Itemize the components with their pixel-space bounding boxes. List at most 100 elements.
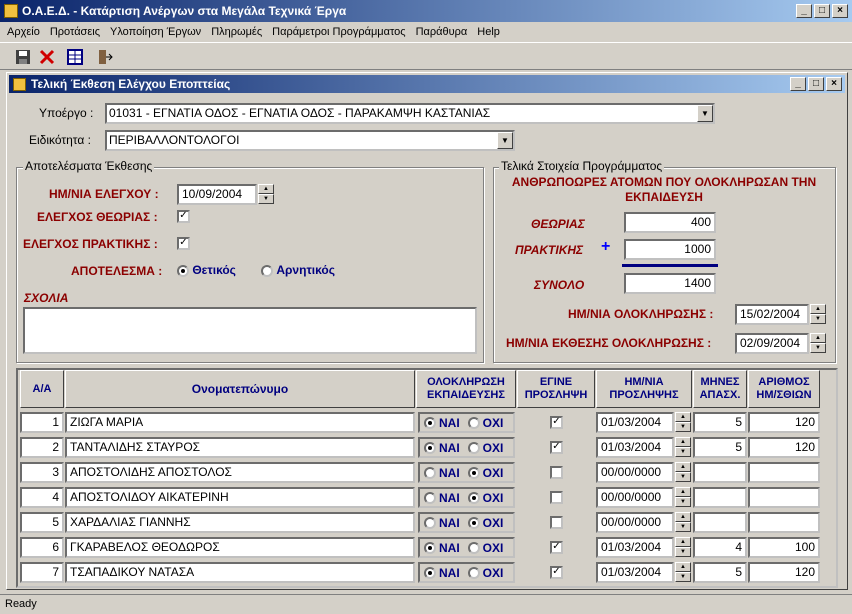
check-date-input[interactable]: 10/09/2004 [177, 184, 257, 205]
completion-yes-radio[interactable] [424, 416, 436, 429]
menu-payments[interactable]: Πληρωμές [206, 26, 267, 38]
hired-checkbox[interactable]: ✓ [550, 541, 563, 554]
row-months[interactable] [693, 512, 747, 533]
completion-radio-group[interactable]: ΝΑΙ ΟΧΙ [418, 537, 515, 558]
completion-yes-radio[interactable] [424, 491, 436, 504]
menu-file[interactable]: Αρχείο [2, 26, 45, 38]
completion-no-radio[interactable] [467, 441, 480, 454]
row-days[interactable]: 120 [748, 562, 820, 583]
completion-radio-group[interactable]: ΝΑΙ ΟΧΙ [418, 512, 515, 533]
maximize-button[interactable]: □ [814, 4, 830, 18]
check-date-spinner[interactable]: ▲ ▼ [258, 184, 274, 205]
chevron-down-icon[interactable]: ▼ [697, 105, 713, 122]
delete-icon[interactable] [36, 46, 58, 68]
menu-proposals[interactable]: Προτάσεις [45, 26, 105, 38]
row-hire-date[interactable]: 01/03/2004 [596, 437, 674, 458]
completion-radio-group[interactable]: ΝΑΙ ΟΧΙ [418, 437, 515, 458]
completion-yes-radio[interactable] [424, 466, 436, 479]
hire-date-spinner[interactable]: ▲ ▼ [675, 537, 691, 558]
row-name[interactable]: ΧΑΡΔΑΛΙΑΣ ΓΙΑΝΝΗΣ [65, 512, 415, 533]
completion-yes-radio[interactable] [424, 541, 436, 554]
hire-date-spinner[interactable]: ▲ ▼ [675, 487, 691, 508]
menu-parameters[interactable]: Παράμετροι Προγράμματος [267, 26, 410, 38]
hire-date-spinner[interactable]: ▲ ▼ [675, 462, 691, 483]
row-months[interactable]: 5 [693, 412, 747, 433]
row-days[interactable] [748, 512, 820, 533]
menu-implementation[interactable]: Υλοποίηση Έργων [105, 26, 206, 38]
child-close-button[interactable]: × [826, 77, 842, 91]
positive-radio-option[interactable]: Θετικός [177, 263, 236, 277]
row-name[interactable]: ΤΑΝΤΑΛΙΔΗΣ ΣΤΑΥΡΟΣ [65, 437, 415, 458]
completion-no-radio[interactable] [467, 416, 480, 429]
row-hire-date[interactable]: 00/00/0000 [596, 462, 674, 483]
child-maximize-button[interactable]: □ [808, 77, 824, 91]
completion-no-radio[interactable] [467, 491, 480, 504]
row-months[interactable]: 5 [693, 562, 747, 583]
hired-checkbox[interactable] [550, 491, 563, 504]
grid-icon[interactable] [64, 46, 86, 68]
positive-radio[interactable] [177, 264, 189, 277]
hire-date-spinner[interactable]: ▲ ▼ [675, 512, 691, 533]
row-days[interactable]: 120 [748, 437, 820, 458]
row-name[interactable]: ΑΠΟΣΤΟΛΙΔΟΥ ΑΙΚΑΤΕΡΙΝΗ [65, 487, 415, 508]
exit-icon[interactable] [94, 46, 116, 68]
completion-yes-radio[interactable] [424, 566, 436, 579]
row-name[interactable]: ΤΣΑΠΑΔΙΚΟΥ ΝΑΤΑΣΑ [65, 562, 415, 583]
row-name[interactable]: ΓΚΑΡΑΒΕΛΟΣ ΘΕΟΔΩΡΟΣ [65, 537, 415, 558]
end-date-spinner[interactable]: ▲ ▼ [810, 304, 826, 325]
row-months[interactable]: 4 [693, 537, 747, 558]
row-hire-date[interactable]: 00/00/0000 [596, 487, 674, 508]
menu-help[interactable]: Help [472, 26, 505, 38]
completion-radio-group[interactable]: ΝΑΙ ΟΧΙ [418, 412, 515, 433]
close-button[interactable]: × [832, 4, 848, 18]
hired-checkbox[interactable]: ✓ [550, 416, 563, 429]
save-icon[interactable] [12, 46, 34, 68]
row-hire-date[interactable]: 01/03/2004 [596, 537, 674, 558]
completion-radio-group[interactable]: ΝΑΙ ΟΧΙ [418, 562, 515, 583]
row-months[interactable] [693, 487, 747, 508]
minimize-button[interactable]: _ [796, 4, 812, 18]
row-hire-date[interactable]: 01/03/2004 [596, 562, 674, 583]
completion-no-radio[interactable] [467, 466, 480, 479]
menu-windows[interactable]: Παράθυρα [411, 26, 473, 38]
end-date-input[interactable]: 15/02/2004 [735, 304, 809, 325]
hire-date-spinner[interactable]: ▲ ▼ [675, 412, 691, 433]
completion-yes-radio[interactable] [424, 441, 436, 454]
child-minimize-button[interactable]: _ [790, 77, 806, 91]
row-months[interactable]: 5 [693, 437, 747, 458]
hired-checkbox[interactable]: ✓ [550, 566, 563, 579]
hired-checkbox[interactable] [550, 466, 563, 479]
hired-checkbox[interactable]: ✓ [550, 441, 563, 454]
total-hours-input[interactable]: 1400 [624, 273, 716, 294]
row-name[interactable]: ΑΠΟΣΤΟΛΙΔΗΣ ΑΠΟΣΤΟΛΟΣ [65, 462, 415, 483]
row-hire-date[interactable]: 01/03/2004 [596, 412, 674, 433]
chevron-down-icon[interactable]: ▼ [497, 132, 513, 149]
practice-checkbox[interactable]: ✓ [177, 237, 190, 250]
comments-textarea[interactable] [23, 307, 477, 354]
row-hire-date[interactable]: 00/00/0000 [596, 512, 674, 533]
hired-checkbox[interactable] [550, 516, 563, 529]
row-name[interactable]: ΖΙΩΓΑ ΜΑΡΙΑ [65, 412, 415, 433]
row-days[interactable] [748, 487, 820, 508]
row-days[interactable]: 120 [748, 412, 820, 433]
subproject-select[interactable]: 01031 - ΕΓΝΑΤΙΑ ΟΔΟΣ - ΕΓΝΑΤΙΑ ΟΔΟΣ - ΠΑ… [105, 103, 715, 124]
theory-checkbox[interactable]: ✓ [177, 210, 190, 223]
row-days[interactable] [748, 462, 820, 483]
completion-radio-group[interactable]: ΝΑΙ ΟΧΙ [418, 487, 515, 508]
row-months[interactable] [693, 462, 747, 483]
negative-radio-option[interactable]: Αρνητικός [261, 263, 335, 277]
row-days[interactable]: 100 [748, 537, 820, 558]
negative-radio[interactable] [261, 264, 273, 277]
report-date-input[interactable]: 02/09/2004 [735, 333, 809, 354]
hire-date-spinner[interactable]: ▲ ▼ [675, 437, 691, 458]
report-date-spinner[interactable]: ▲ ▼ [810, 333, 826, 354]
completion-radio-group[interactable]: ΝΑΙ ΟΧΙ [418, 462, 515, 483]
completion-no-radio[interactable] [467, 566, 480, 579]
practice-hours-input[interactable]: 1000 [624, 239, 716, 260]
specialty-select[interactable]: ΠΕΡΙΒΑΛΛΟΝΤΟΛΟΓΟΙ ▼ [105, 130, 515, 151]
completion-no-radio[interactable] [467, 516, 480, 529]
hire-date-spinner[interactable]: ▲ ▼ [675, 562, 691, 583]
completion-yes-radio[interactable] [424, 516, 436, 529]
theory-hours-input[interactable]: 400 [624, 212, 716, 233]
completion-no-radio[interactable] [467, 541, 480, 554]
